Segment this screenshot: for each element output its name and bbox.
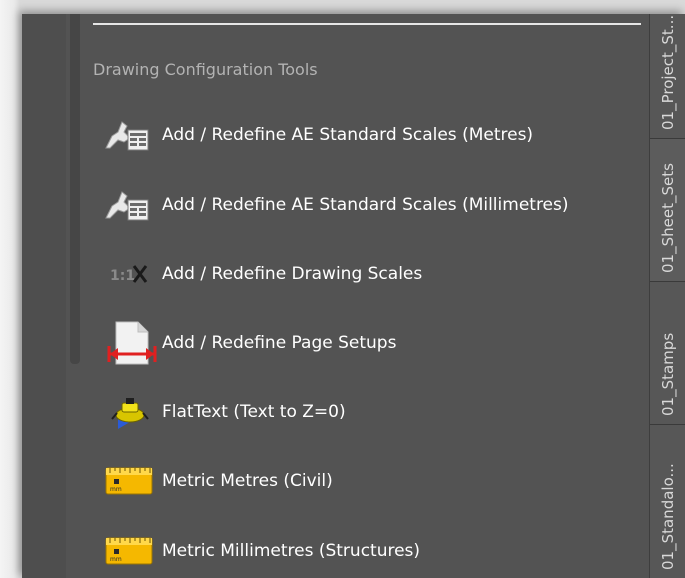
- palette-scrollbar[interactable]: [70, 14, 80, 364]
- page-setup-icon: [100, 320, 160, 366]
- flattext-icon: [100, 389, 160, 435]
- tool-drawing-scales[interactable]: 1:1 Add / Redefine Drawing Scales: [100, 251, 640, 297]
- tool-flattext[interactable]: FlatText (Text to Z=0): [100, 389, 640, 435]
- tab-project-st[interactable]: 01_Project_St...: [650, 14, 685, 139]
- tool-label: Metric Metres (Civil): [162, 471, 333, 491]
- tab-label: 01_Sheet_Sets: [658, 163, 677, 273]
- ruler-unit-text: mm: [110, 486, 122, 493]
- scale-ratio-text: 1:1: [110, 268, 135, 284]
- tool-metric-metres[interactable]: mm Metric Metres (Civil): [100, 458, 640, 504]
- tool-label: Add / Redefine AE Standard Scales (Metre…: [162, 125, 534, 145]
- scale-ratio-icon: 1:1: [100, 251, 160, 297]
- ruler-mm-icon: mm: [100, 528, 160, 574]
- tab-stamps[interactable]: 01_Stamps: [650, 282, 685, 425]
- tab-label: 01_Project_St...: [658, 14, 677, 130]
- tool-palette: Drawing Configuration Tools Add / Redefi…: [22, 14, 685, 578]
- tool-page-setups[interactable]: Add / Redefine Page Setups: [100, 320, 640, 366]
- scale-table-icon: [100, 182, 160, 228]
- section-divider: [93, 23, 641, 25]
- tool-label: FlatText (Text to Z=0): [162, 402, 346, 422]
- tool-label: Add / Redefine Page Setups: [162, 333, 397, 353]
- tool-ae-scales-millimetres[interactable]: Add / Redefine AE Standard Scales (Milli…: [100, 182, 640, 228]
- tab-sheet-sets[interactable]: 01_Sheet_Sets: [650, 139, 685, 282]
- ruler-mm-icon: mm: [100, 458, 160, 504]
- tool-ae-scales-metres[interactable]: Add / Redefine AE Standard Scales (Metre…: [100, 112, 640, 158]
- palette-title-strip[interactable]: [22, 14, 66, 578]
- tool-metric-millimetres[interactable]: mm Metric Millimetres (Structures): [100, 528, 640, 574]
- tool-label: Metric Millimetres (Structures): [162, 541, 421, 561]
- tab-label: 01_Stamps: [658, 332, 677, 416]
- scale-table-icon: [100, 112, 160, 158]
- section-title: Drawing Configuration Tools: [93, 60, 318, 79]
- ruler-unit-text: mm: [110, 556, 122, 563]
- tool-label: Add / Redefine AE Standard Scales (Milli…: [162, 195, 569, 215]
- tab-standalo[interactable]: 01_Standalo...: [650, 425, 685, 578]
- tool-label: Add / Redefine Drawing Scales: [162, 264, 423, 284]
- tab-label: 01_Standalo...: [658, 463, 677, 570]
- palette-tabs: 01_Project_St... 01_Sheet_Sets 01_Stamps…: [649, 14, 685, 578]
